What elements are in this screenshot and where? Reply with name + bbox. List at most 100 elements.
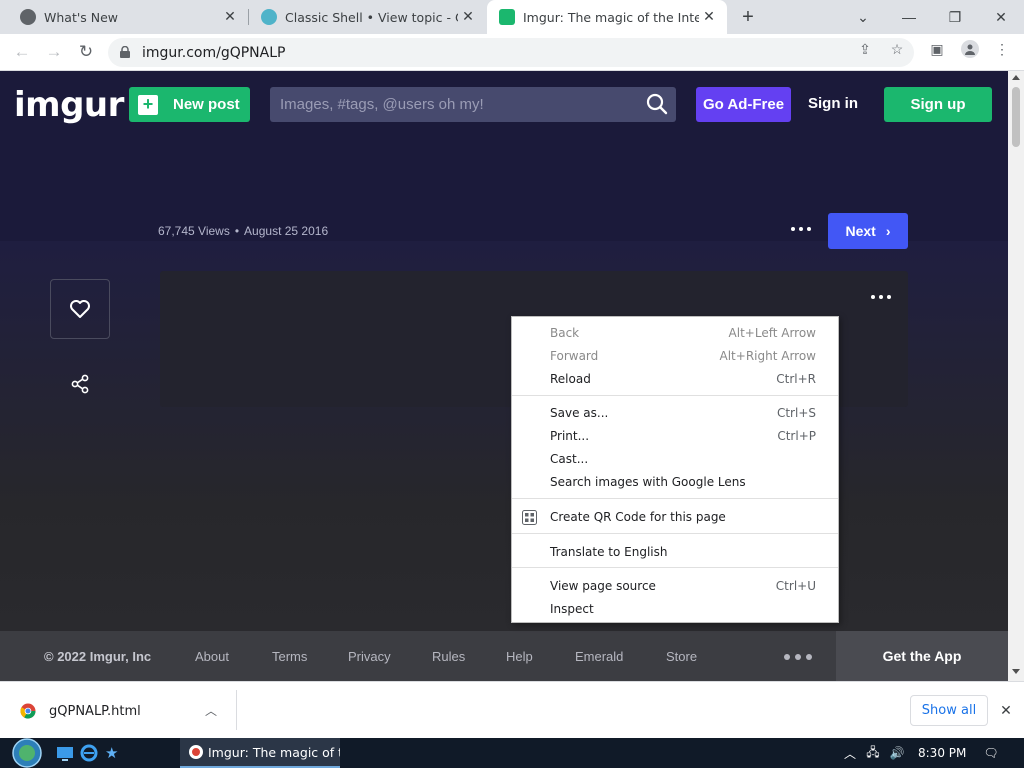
chevron-right-icon: ›: [885, 223, 891, 239]
chevron-up-icon[interactable]: ︿: [205, 702, 221, 718]
footer-link-store[interactable]: Store: [666, 649, 697, 664]
menu-item-back[interactable]: Back Alt+Left Arrow: [512, 322, 838, 345]
forward-arrow-icon[interactable]: →: [42, 40, 66, 64]
get-the-app-button[interactable]: Get the App: [836, 631, 1008, 681]
taskbar-clock[interactable]: 8:30 PM: [918, 746, 966, 760]
scroll-up-icon[interactable]: [1012, 75, 1020, 80]
restore-icon[interactable]: ❐: [932, 0, 978, 34]
tab-classic-shell[interactable]: Classic Shell • View topic - Origin ✕: [249, 0, 486, 34]
show-all-button[interactable]: Show all: [910, 695, 988, 726]
menu-item-label: Forward: [550, 349, 599, 363]
notifications-icon[interactable]: 🗨: [982, 744, 1000, 762]
footer-link-terms[interactable]: Terms: [272, 649, 307, 664]
favorite-button[interactable]: [50, 279, 110, 339]
menu-item-view-source[interactable]: View page source Ctrl+U: [512, 575, 838, 598]
internet-explorer-icon[interactable]: [80, 744, 98, 762]
side-panel-icon[interactable]: ▣: [929, 41, 945, 57]
context-menu: Back Alt+Left Arrow Forward Alt+Right Ar…: [511, 316, 839, 623]
menu-item-label: Save as...: [550, 406, 609, 420]
menu-separator: [512, 567, 838, 568]
window-close-icon[interactable]: ✕: [978, 0, 1024, 34]
menu-item-label: Create QR Code for this page: [550, 510, 726, 524]
network-icon[interactable]: 🖧: [864, 744, 882, 762]
back-arrow-icon[interactable]: ←: [10, 40, 34, 64]
address-bar[interactable]: imgur.com/gQPNALP: [108, 38, 914, 67]
footer-link-about[interactable]: About: [195, 649, 229, 664]
browser-tab-strip: What's New ✕ Classic Shell • View topic …: [0, 0, 1024, 34]
new-tab-icon[interactable]: +: [736, 6, 760, 28]
show-desktop-icon[interactable]: [56, 744, 74, 762]
browser-menu-icon[interactable]: ⋮: [994, 41, 1010, 57]
search-icon[interactable]: [646, 93, 668, 115]
minimize-icon[interactable]: —: [886, 0, 932, 34]
chrome-taskbar-icon: [189, 745, 203, 759]
footer-more-icon[interactable]: [784, 654, 812, 660]
menu-item-shortcut: Ctrl+P: [777, 429, 816, 443]
volume-icon[interactable]: 🔊: [888, 744, 906, 762]
menu-item-save-as[interactable]: Save as... Ctrl+S: [512, 402, 838, 425]
reload-icon[interactable]: ↻: [74, 40, 98, 64]
qr-code-icon: [522, 510, 537, 525]
tab-title: What's New: [44, 9, 119, 25]
close-tab-icon[interactable]: ✕: [699, 7, 719, 27]
menu-item-label: Reload: [550, 372, 591, 386]
download-divider: [236, 690, 237, 730]
bookmark-star-icon[interactable]: ☆: [889, 41, 905, 57]
classic-shell-icon: [261, 9, 277, 25]
footer-link-privacy[interactable]: Privacy: [348, 649, 391, 664]
windows-taskbar: ★ Imgur: The magic of t... ︿ 🖧 🔊 8:30 PM…: [0, 738, 1024, 768]
footer-link-emerald[interactable]: Emerald: [575, 649, 623, 664]
search-placeholder: Images, #tags, @users oh my!: [280, 96, 484, 113]
go-ad-free-button[interactable]: Go Ad-Free: [696, 87, 791, 122]
search-input[interactable]: Images, #tags, @users oh my!: [270, 87, 676, 122]
tray-chevron-up-icon[interactable]: ︿: [841, 744, 859, 762]
page-scrollbar[interactable]: [1008, 71, 1024, 681]
menu-item-forward[interactable]: Forward Alt+Right Arrow: [512, 345, 838, 368]
menu-item-shortcut: Ctrl+S: [776, 406, 816, 420]
start-orb-icon[interactable]: [9, 738, 45, 768]
menu-item-cast[interactable]: Cast...: [512, 448, 838, 471]
download-bar: gQPNALP.html ︿ Show all ✕: [0, 681, 1024, 738]
menu-item-qr-code[interactable]: Create QR Code for this page: [512, 506, 838, 529]
meta-separator: •: [234, 224, 240, 238]
scrollbar-thumb[interactable]: [1012, 87, 1020, 147]
view-count: 67,745 Views: [158, 224, 230, 238]
menu-item-google-lens[interactable]: Search images with Google Lens: [512, 471, 838, 494]
menu-item-print[interactable]: Print... Ctrl+P: [512, 425, 838, 448]
post-options-icon[interactable]: [791, 224, 811, 234]
next-post-button[interactable]: Next ›: [828, 213, 908, 249]
tab-search-chevron-icon[interactable]: ⌄: [840, 0, 886, 34]
footer-link-help[interactable]: Help: [506, 649, 533, 664]
tab-whats-new[interactable]: What's New ✕: [8, 0, 248, 34]
page-footer: © 2022 Imgur, Inc About Terms Privacy Ru…: [0, 631, 1008, 681]
chrome-icon: [20, 9, 36, 25]
new-post-button[interactable]: + New post: [129, 87, 250, 122]
profile-avatar-icon[interactable]: [961, 40, 979, 58]
taskbar-app-title: Imgur: The magic of t...: [208, 744, 340, 760]
menu-item-label: Search images with Google Lens: [550, 475, 746, 489]
share-page-icon[interactable]: ⇪: [857, 41, 873, 57]
heart-icon: [70, 300, 90, 318]
star-shortcut-icon[interactable]: ★: [105, 744, 123, 762]
menu-item-shortcut: Alt+Left Arrow: [728, 326, 816, 340]
sign-up-button[interactable]: Sign up: [884, 87, 992, 122]
lock-icon: [120, 46, 130, 58]
close-tab-icon[interactable]: ✕: [220, 7, 240, 27]
menu-item-reload[interactable]: Reload Ctrl+R: [512, 368, 838, 391]
download-file-name[interactable]: gQPNALP.html: [49, 704, 141, 719]
menu-item-label: Print...: [550, 429, 590, 443]
close-download-bar-icon[interactable]: ✕: [998, 702, 1014, 718]
menu-item-translate[interactable]: Translate to English: [512, 541, 838, 564]
menu-item-inspect[interactable]: Inspect: [512, 598, 838, 621]
footer-link-rules[interactable]: Rules: [432, 649, 465, 664]
image-options-icon[interactable]: [871, 292, 891, 302]
menu-item-label: View page source: [550, 579, 656, 593]
sign-in-link[interactable]: Sign in: [808, 95, 858, 112]
taskbar-app-chrome[interactable]: Imgur: The magic of t...: [180, 738, 340, 768]
scroll-down-icon[interactable]: [1012, 669, 1020, 674]
menu-separator: [512, 533, 838, 534]
close-tab-icon[interactable]: ✕: [458, 7, 478, 27]
tab-imgur[interactable]: Imgur: The magic of the Internet ✕: [487, 0, 727, 34]
imgur-logo[interactable]: imgur: [14, 85, 124, 125]
share-icon[interactable]: [70, 374, 90, 394]
